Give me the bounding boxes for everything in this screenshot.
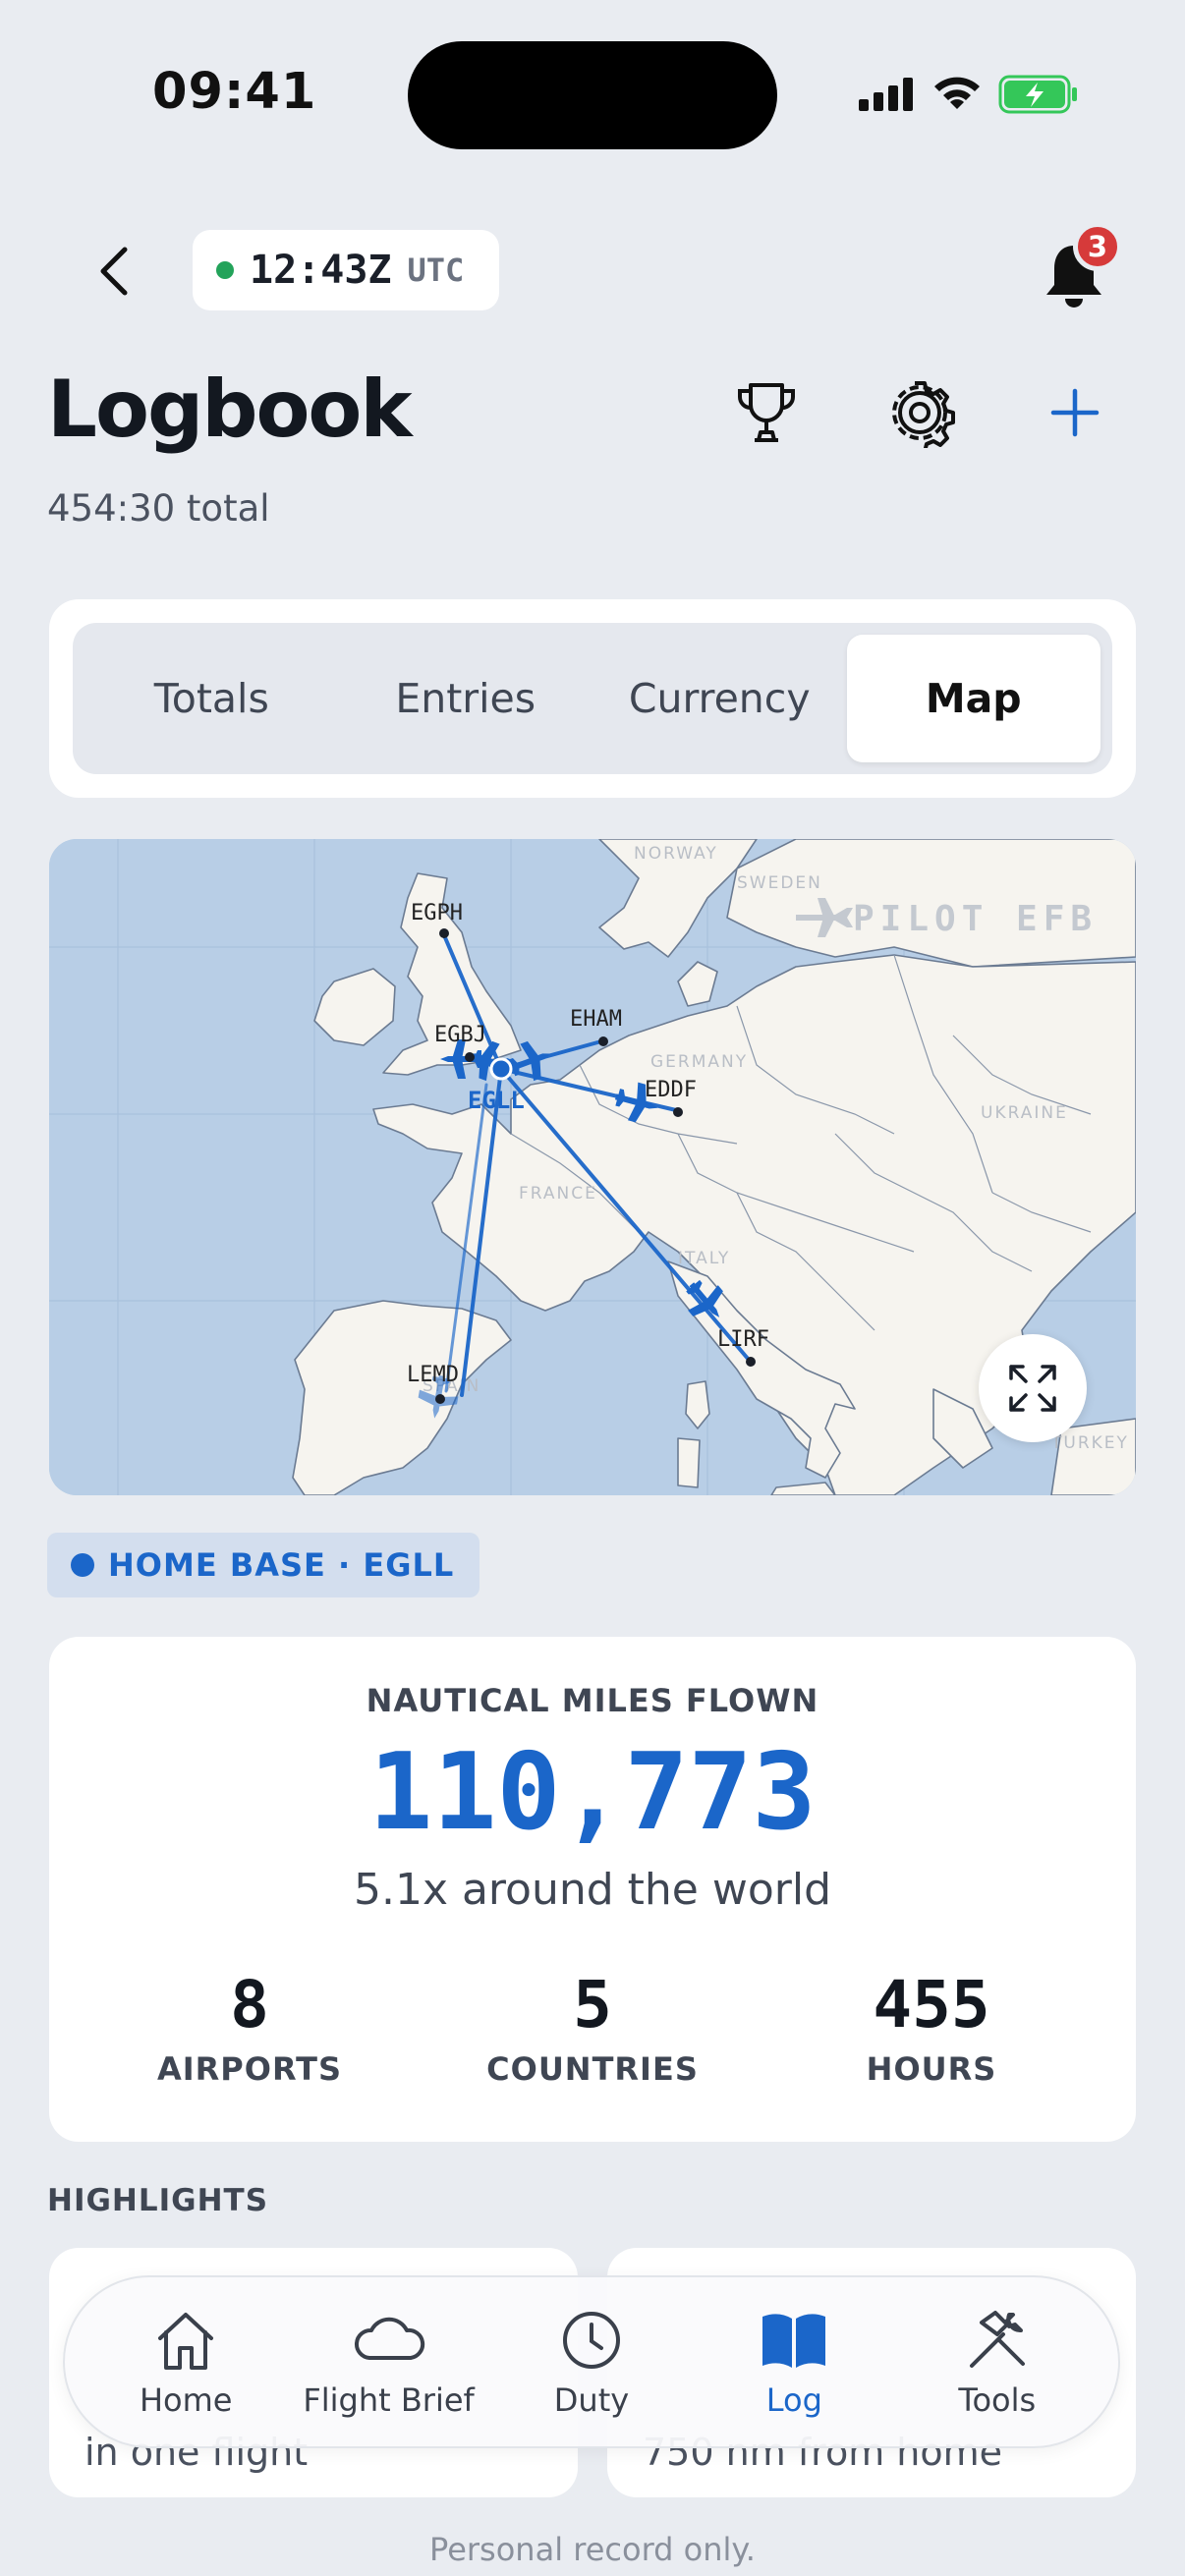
home-base-label: HOME BASE · EGLL xyxy=(108,1546,455,1584)
signal-icon xyxy=(859,78,913,111)
tabbar-duty[interactable]: Duty xyxy=(493,2305,690,2419)
status-dot xyxy=(216,261,234,279)
countries-label: COUNTRIES xyxy=(486,2050,699,2088)
country-label-norway: NORWAY xyxy=(634,844,718,864)
route-map[interactable]: SWEDEN GERMANY FRANCE ITALY UKRAINE TURK… xyxy=(49,839,1136,1495)
airport-dot-lemd xyxy=(435,1394,445,1404)
airport-dot-eham xyxy=(598,1036,608,1046)
airport-label-lemd: LEMD xyxy=(407,1363,459,1387)
home-icon xyxy=(158,2313,214,2370)
settings-button[interactable] xyxy=(884,377,955,453)
hours-value: 455 xyxy=(873,1967,990,2043)
achievements-button[interactable] xyxy=(731,377,802,448)
tab-totals[interactable]: Totals xyxy=(85,635,339,762)
home-base-badge: HOME BASE · EGLL xyxy=(47,1533,480,1597)
book-icon xyxy=(762,2314,826,2368)
tabbar-tools[interactable]: Tools xyxy=(899,2305,1096,2419)
back-button[interactable] xyxy=(86,236,141,307)
airport-label-egph: EGPH xyxy=(411,901,463,925)
airport-label-lirf: LIRF xyxy=(717,1327,769,1352)
status-time: 09:41 xyxy=(152,63,317,121)
airports-label: AIRPORTS xyxy=(156,2050,343,2088)
country-label-sweden: SWEDEN xyxy=(737,873,822,893)
country-label-ukraine: UKRAINE xyxy=(981,1103,1068,1123)
hours-label: HOURS xyxy=(866,2050,997,2088)
tabbar-flight-brief-label: Flight Brief xyxy=(303,2381,475,2419)
country-label-turkey: TURKEY xyxy=(1050,1433,1129,1453)
countries-value: 5 xyxy=(573,1967,612,2043)
utc-clock: 12:43Z UTC xyxy=(193,230,500,310)
expand-map-button[interactable] xyxy=(979,1334,1087,1442)
utc-label: UTC xyxy=(407,252,465,289)
tabbar-home-label: Home xyxy=(139,2381,233,2419)
page-title: Logbook xyxy=(47,364,413,455)
home-base-dot xyxy=(71,1553,94,1577)
notifications-button[interactable]: 3 xyxy=(1032,222,1122,316)
distance-stats-card: NAUTICAL MILES FLOWN 110,773 5.1x around… xyxy=(49,1637,1136,2142)
footer-note: Personal record only. xyxy=(429,2531,756,2568)
airport-label-egbj: EGBJ xyxy=(434,1023,486,1047)
cloud-icon xyxy=(354,2317,424,2360)
status-icons xyxy=(859,75,1079,114)
trophy-icon xyxy=(738,383,795,442)
add-entry-button[interactable] xyxy=(1040,377,1110,448)
plus-icon xyxy=(1050,388,1100,437)
notification-badge: 3 xyxy=(1073,222,1122,271)
highlights-heading: HIGHLIGHTS xyxy=(47,2183,269,2218)
map-canvas: SWEDEN GERMANY FRANCE ITALY UKRAINE TURK… xyxy=(49,839,1136,1495)
gear-icon xyxy=(892,381,955,453)
airports-stat: 8 AIRPORTS xyxy=(73,1967,426,2088)
airport-dot-lirf xyxy=(746,1357,756,1367)
tabbar-home[interactable]: Home xyxy=(87,2305,284,2419)
clock-icon xyxy=(562,2312,620,2369)
nm-value: 110,773 xyxy=(368,1731,817,1854)
total-time: 454:30 total xyxy=(47,487,270,530)
nm-label: NAUTICAL MILES FLOWN xyxy=(366,1682,819,1719)
airport-label-egll: EGLL xyxy=(468,1087,525,1114)
view-tabs-card: Totals Entries Currency Map xyxy=(49,599,1136,798)
tabbar-log-label: Log xyxy=(765,2381,822,2419)
airport-dot-eddf xyxy=(673,1107,683,1117)
utc-time: 12:43Z xyxy=(250,248,392,293)
tabbar-flight-brief[interactable]: Flight Brief xyxy=(291,2305,487,2419)
country-label-germany: GERMANY xyxy=(650,1052,748,1072)
chevron-left-icon xyxy=(100,247,128,296)
airport-dot-egph xyxy=(439,928,449,938)
tabbar-tools-label: Tools xyxy=(958,2381,1037,2419)
airports-value: 8 xyxy=(230,1967,269,2043)
tabbar-log[interactable]: Log xyxy=(696,2305,892,2419)
country-label-italy: ITALY xyxy=(678,1249,730,1268)
battery-icon xyxy=(998,75,1077,114)
countries-stat: 5 COUNTRIES xyxy=(416,1967,769,2088)
segmented-control: Totals Entries Currency Map xyxy=(73,623,1112,774)
home-airport-marker xyxy=(489,1057,513,1081)
tab-entries[interactable]: Entries xyxy=(339,635,593,762)
hours-stat: 455 HOURS xyxy=(755,1967,1108,2088)
dynamic-island xyxy=(408,41,777,149)
airport-dot-egbj xyxy=(465,1052,475,1062)
country-label-france: FRANCE xyxy=(519,1184,597,1204)
tab-currency[interactable]: Currency xyxy=(592,635,847,762)
wifi-icon xyxy=(934,77,980,109)
tab-map[interactable]: Map xyxy=(846,635,1100,762)
watermark-text: PILOT EFB xyxy=(853,899,1098,939)
airport-label-eham: EHAM xyxy=(570,1007,622,1032)
expand-icon xyxy=(1009,1365,1056,1412)
nm-comparison: 5.1x around the world xyxy=(353,1865,832,1915)
airport-label-eddf: EDDF xyxy=(645,1078,697,1102)
bottom-tab-bar: Home Flight Brief Duty Log Tools xyxy=(63,2275,1120,2448)
tabbar-duty-label: Duty xyxy=(553,2381,630,2419)
tools-icon xyxy=(969,2311,1025,2368)
